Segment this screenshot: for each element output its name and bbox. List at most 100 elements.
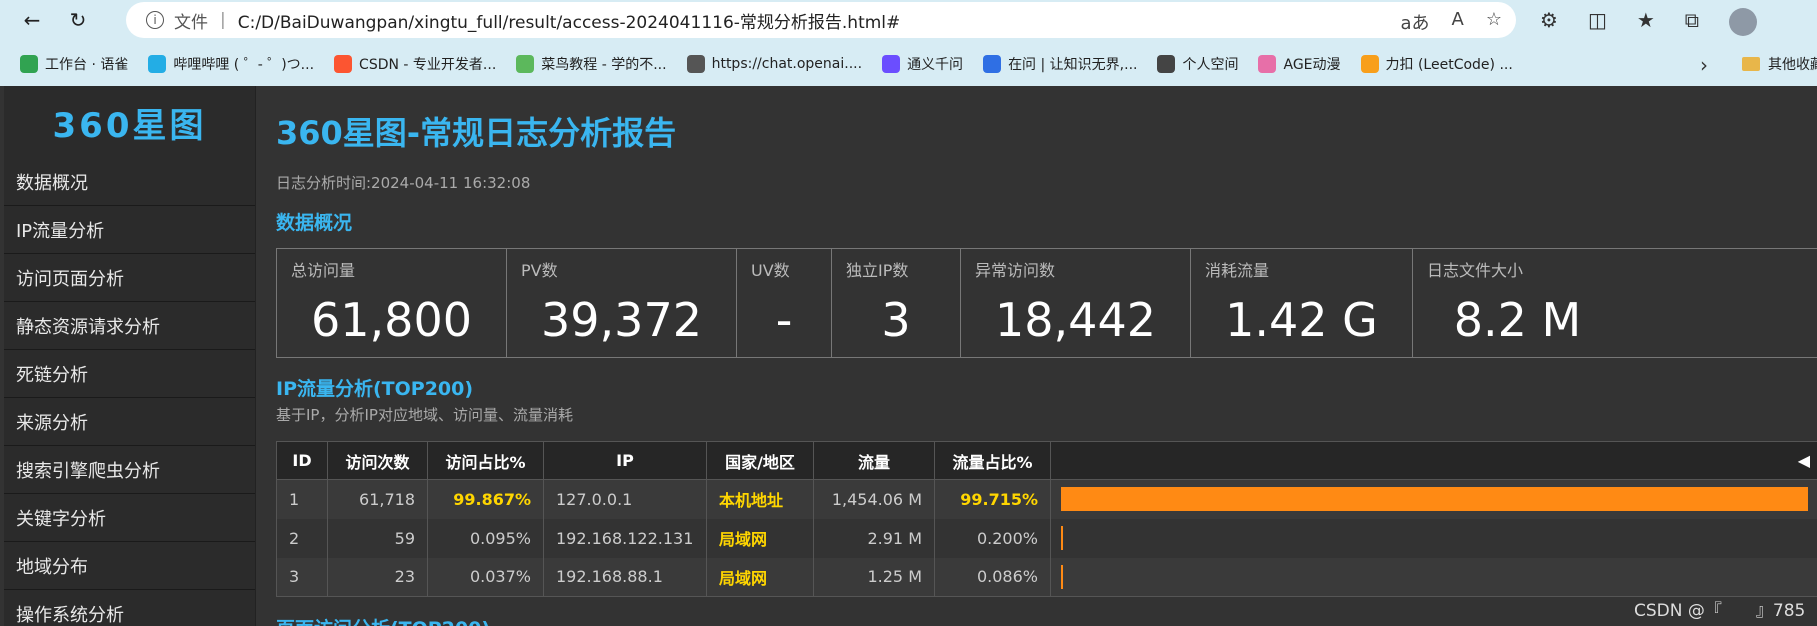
back-icon[interactable]: ←	[18, 6, 46, 34]
cell-visits: 23	[327, 557, 428, 597]
sidebar-item[interactable]: 地域分布	[4, 542, 255, 590]
column-header[interactable]: 访问次数	[327, 441, 428, 480]
stat-value: 18,442	[995, 293, 1156, 347]
cell-region: 局域网	[706, 557, 814, 597]
sidebar-item[interactable]: 搜索引擎爬虫分析	[4, 446, 255, 494]
stat-label: 总访问量	[291, 261, 356, 280]
logo[interactable]: 360星图	[4, 86, 255, 158]
favorites-icon[interactable]: ★	[1637, 8, 1655, 36]
column-header[interactable]: IP	[543, 441, 707, 480]
traffic-bar-cell	[1050, 557, 1817, 597]
cell-visit-pct: 0.095%	[427, 518, 544, 558]
cell-visits: 59	[327, 518, 428, 558]
page-title: 360星图-常规日志分析报告	[276, 114, 677, 152]
cell-ip: 192.168.88.1	[543, 557, 707, 597]
stat-card: 日志文件大小 8.2 M	[1413, 249, 1622, 357]
overview-heading: 数据概况	[276, 212, 353, 234]
immersive-reader-icon[interactable]: A	[1452, 9, 1464, 35]
extensions-icon[interactable]: ⚙	[1540, 8, 1558, 36]
stat-card: 消耗流量 1.42 G	[1191, 249, 1413, 357]
file-label: 文件	[174, 12, 208, 33]
stat-label: 消耗流量	[1205, 261, 1270, 280]
column-header[interactable]: 访问占比%	[427, 441, 544, 480]
cell-region: 局域网	[706, 518, 814, 558]
cell-traffic: 1.25 M	[813, 557, 935, 597]
sidebar-item[interactable]: 来源分析	[4, 398, 255, 446]
bookmark-label: 工作台 · 语雀	[45, 57, 129, 73]
cell-traffic: 2.91 M	[813, 518, 935, 558]
traffic-bar-cell	[1050, 479, 1817, 519]
csdn-icon	[334, 55, 353, 73]
stat-card: UV数 -	[737, 249, 832, 357]
folder-icon	[1742, 57, 1760, 71]
table-row[interactable]: 2 59 0.095% 192.168.122.131 局域网 2.91 M 0.200%	[276, 518, 1817, 558]
sidebar-item[interactable]: 数据概况	[4, 158, 255, 206]
info-icon[interactable]: i	[146, 11, 164, 29]
favorite-star-icon[interactable]: ☆	[1486, 9, 1502, 35]
split-screen-icon[interactable]: ◫	[1588, 8, 1607, 36]
stat-label: 日志文件大小	[1427, 261, 1524, 280]
openai-icon	[686, 55, 705, 73]
collapse-arrow-icon[interactable]: ◀	[1798, 451, 1810, 470]
bookmark-label: 个人空间	[1182, 57, 1239, 73]
age-icon	[1258, 55, 1277, 73]
reload-icon[interactable]: ↻	[64, 6, 92, 34]
column-header[interactable]: 流量占比%	[934, 441, 1051, 480]
bookmark-label: https://chat.openai....	[711, 56, 863, 72]
collections-icon[interactable]: ⧉	[1685, 8, 1699, 36]
sidebar-item[interactable]: 死链分析	[4, 350, 255, 398]
stat-value: -	[775, 293, 793, 347]
bookmark-item[interactable]: 在问 | 让知识无界,...	[983, 54, 1137, 74]
column-header[interactable]: ID	[276, 441, 328, 480]
stat-value: 61,800	[311, 293, 472, 347]
sidebar-item[interactable]: 访问页面分析	[4, 254, 255, 302]
sidebar-menu: 数据概况 IP流量分析 访问页面分析 静态资源请求分析 死链分析 来源分析 搜索引擎爬虫分析…	[4, 158, 255, 626]
bookmark-item[interactable]: 工作台 · 语雀	[20, 54, 128, 74]
traffic-bar-cell	[1050, 518, 1817, 558]
other-bookmarks-folder[interactable]: 其他收藏夹	[1742, 54, 1817, 74]
table-body: 1 61,718 99.867% 127.0.0.1 本机地址 1,454.06 M 99.…	[276, 479, 1817, 597]
sidebar-item[interactable]: 静态资源请求分析	[4, 302, 255, 350]
stat-value: 3	[881, 293, 911, 347]
url-text[interactable]: C:/D/BaiDuwangpan/xingtu_full/result/acc…	[238, 8, 901, 33]
profile-avatar[interactable]	[1729, 8, 1758, 36]
column-header[interactable]: 国家/地区	[706, 441, 814, 480]
sidebar-item[interactable]: 关键字分析	[4, 494, 255, 542]
cell-traffic: 1,454.06 M	[813, 479, 935, 519]
bookmark-item[interactable]: AGE动漫	[1258, 54, 1341, 74]
bookmark-label: 力扣 (LeetCode) ...	[1385, 57, 1513, 73]
table-row[interactable]: 3 23 0.037% 192.168.88.1 局域网 1.25 M 0.086%	[276, 557, 1817, 597]
bookmark-item[interactable]: CSDN - 专业开发者...	[334, 54, 496, 74]
sidebar-item[interactable]: 操作系统分析	[4, 590, 255, 626]
read-aloud-icon[interactable]: aあ	[1401, 9, 1430, 35]
ip-analysis-heading: IP流量分析(TOP200)	[276, 378, 474, 400]
bookmark-item[interactable]: 力扣 (LeetCode) ...	[1360, 54, 1513, 74]
stat-label: PV数	[521, 261, 558, 280]
stat-card: PV数 39,372	[507, 249, 737, 357]
bookmark-item[interactable]: 通义千问	[882, 54, 963, 74]
stat-value: 8.2 M	[1453, 293, 1582, 347]
csdn-watermark: CSDN @『 』785	[1634, 601, 1806, 621]
bookmark-label: 通义千问	[907, 57, 964, 73]
table-row[interactable]: 1 61,718 99.867% 127.0.0.1 本机地址 1,454.06 M 99.…	[276, 479, 1817, 519]
zaiwen-icon	[983, 55, 1002, 73]
sidebar: 360星图 数据概况 IP流量分析 访问页面分析 静态资源请求分析 死链分析 来源分析 搜索…	[4, 86, 256, 626]
cell-ip: 192.168.122.131	[543, 518, 707, 558]
address-bar[interactable]: i 文件 | C:/D/BaiDuwangpan/xingtu_full/res…	[126, 2, 1516, 38]
bookmark-label: AGE动漫	[1283, 57, 1341, 73]
bookmark-label: CSDN - 专业开发者...	[359, 57, 497, 73]
stat-value: 1.42 G	[1225, 293, 1378, 347]
bookmarks-overflow-chevron-icon[interactable]: ›	[1700, 53, 1708, 77]
browser-chrome: ← ↻ i 文件 | C:/D/BaiDuwangpan/xingtu_full…	[0, 0, 1817, 86]
analysis-timestamp: 日志分析时间:2024-04-11 16:32:08	[276, 174, 531, 192]
cell-traffic-pct: 99.715%	[934, 479, 1051, 519]
bookmark-item[interactable]: 个人空间	[1157, 54, 1238, 74]
traffic-bar	[1061, 526, 1063, 550]
sidebar-item[interactable]: IP流量分析	[4, 206, 255, 254]
bookmark-item[interactable]: https://chat.openai....	[686, 55, 863, 73]
yuque-icon	[20, 55, 38, 73]
stats-panel: 总访问量 61,800 PV数 39,372 UV数 - 独立IP数 3 异常访问数 18,442…	[276, 248, 1817, 358]
column-header[interactable]: 流量	[813, 441, 935, 480]
bookmark-item[interactable]: 菜鸟教程 - 学的不...	[516, 54, 667, 74]
bookmark-item[interactable]: 哔哩哔哩 ( ゜- ゜)つ...	[148, 54, 314, 74]
